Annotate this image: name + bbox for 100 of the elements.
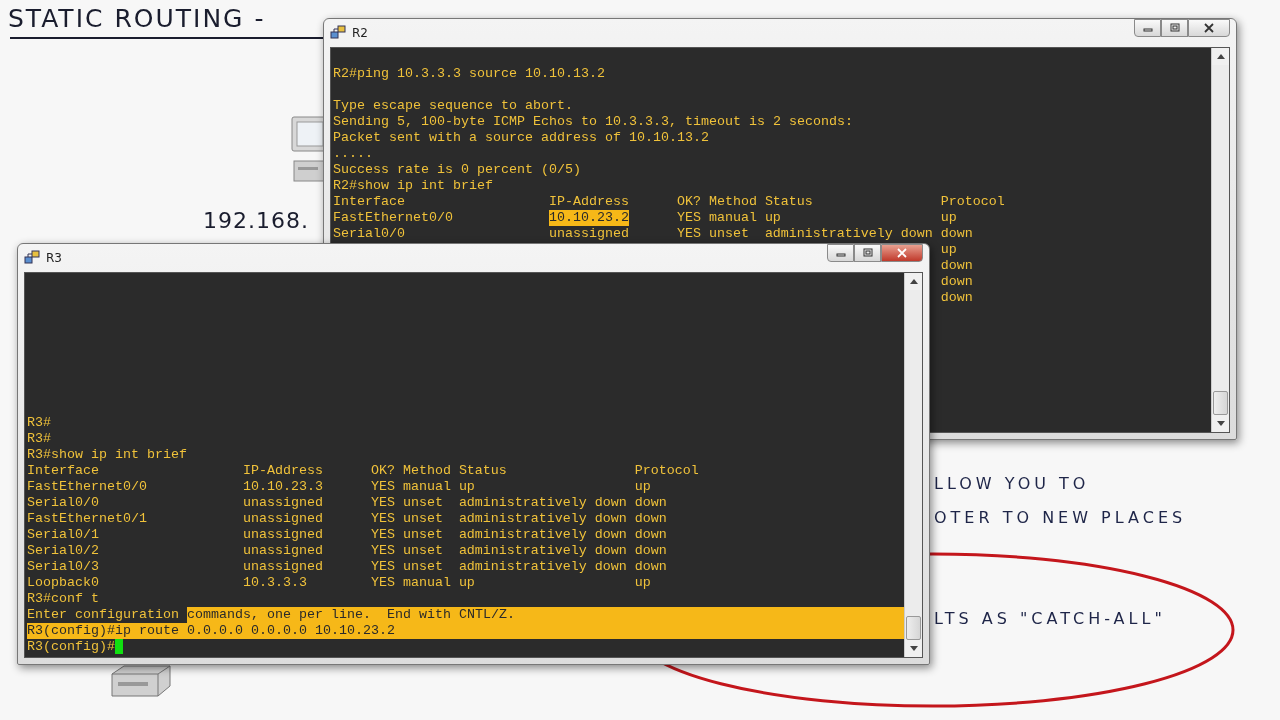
table-cell: down (634, 495, 667, 511)
selected-text: R3(config)#ip route 0.0.0.0 0.0.0.0 10.10.23.2 (27, 623, 904, 639)
scroll-up-button[interactable] (1212, 48, 1229, 65)
table-cell: Serial0/3 (27, 559, 99, 575)
column-header: OK? (676, 194, 701, 210)
caret-down-icon (909, 646, 918, 651)
maximize-button[interactable] (854, 244, 881, 262)
window-title: R2 (352, 26, 368, 40)
caret-up-icon (1216, 54, 1225, 59)
table-cell: unset (402, 559, 443, 575)
terminal-text: Success rate is 0 percent (0/5) (333, 162, 581, 178)
table-cell: up (634, 479, 651, 495)
scroll-thumb[interactable] (906, 616, 921, 640)
table-cell: Serial0/2 (27, 543, 99, 559)
table-cell: down (634, 543, 667, 559)
column-header: Interface (27, 463, 99, 479)
table-cell: FastEthernet0/0 (27, 479, 147, 495)
maximize-button[interactable] (1161, 19, 1188, 37)
table-cell: up (940, 210, 957, 226)
minimize-button[interactable] (827, 244, 854, 262)
table-cell: unassigned (242, 543, 323, 559)
handwritten-note: LLOW YOU TO (934, 474, 1090, 493)
scroll-up-button[interactable] (905, 273, 922, 290)
terminal-text: R3(config)# (27, 639, 115, 655)
close-icon (1204, 23, 1214, 33)
network-icon (24, 250, 40, 266)
table-cell: unset (708, 226, 749, 242)
scroll-down-button[interactable] (1212, 415, 1229, 432)
table-cell: unassigned (242, 559, 323, 575)
table-cell: FastEthernet0/0 (333, 210, 453, 226)
table-cell: down (634, 559, 667, 575)
table-cell: Serial0/0 (333, 226, 405, 242)
selected-text: 10.10.23.2 (548, 210, 629, 226)
maximize-icon (862, 248, 873, 258)
scrollbar[interactable] (904, 273, 922, 657)
handwritten-address: 192.168. (203, 208, 309, 233)
terminal-text: R2#ping 10.3.3.3 source 10.10.13.2 (333, 66, 605, 82)
table-cell: unset (402, 511, 443, 527)
table-cell: YES (370, 527, 395, 543)
handwritten-note: OTER TO NEW PLACES (934, 508, 1187, 527)
close-button[interactable] (1188, 19, 1230, 37)
selected-text: commands, one per line. End with CNTL/Z. (186, 607, 904, 623)
terminal-text: Type escape sequence to abort. (333, 98, 573, 114)
table-cell: YES (676, 226, 701, 242)
scroll-thumb[interactable] (1213, 391, 1228, 415)
table-cell: YES (370, 495, 395, 511)
table-cell: down (940, 258, 973, 274)
column-header: Method (708, 194, 757, 210)
window-title: R3 (46, 251, 62, 265)
column-header: Interface (333, 194, 405, 210)
network-icon (330, 25, 346, 41)
table-cell: manual (708, 210, 757, 226)
close-button[interactable] (881, 244, 923, 262)
table-cell: down (940, 226, 973, 242)
column-header: IP-Address (548, 194, 629, 210)
table-cell: unassigned (242, 527, 323, 543)
minimize-button[interactable] (1134, 19, 1161, 37)
terminal-text: ..... (333, 146, 373, 162)
column-header: Protocol (634, 463, 699, 479)
terminal-text: Sending 5, 100-byte ICMP Echos to 10.3.3.3, timeout is 2 seconds: (333, 114, 853, 130)
terminal-text: R3#show ip int brief (27, 447, 187, 463)
scroll-down-button[interactable] (905, 640, 922, 657)
table-cell: unassigned (548, 226, 629, 242)
column-header: OK? (370, 463, 395, 479)
table-cell: up (764, 210, 781, 226)
table-cell: Serial0/0 (27, 495, 99, 511)
table-cell: up (940, 242, 957, 258)
caret-up-icon (909, 279, 918, 284)
table-cell: YES (676, 210, 701, 226)
table-cell: FastEthernet0/1 (27, 511, 147, 527)
terminal-text: Packet sent with a source address of 10.10.13.2 (333, 130, 709, 146)
table-cell: administratively down (764, 226, 933, 242)
terminal-text: R3# (27, 431, 51, 447)
table-cell: down (634, 511, 667, 527)
table-cell: down (634, 527, 667, 543)
table-cell: administratively down (458, 511, 627, 527)
table-cell: YES (370, 511, 395, 527)
scrollbar[interactable] (1211, 48, 1229, 432)
table-cell: up (634, 575, 651, 591)
table-cell: administratively down (458, 527, 627, 543)
table-cell: administratively down (458, 543, 627, 559)
caret-down-icon (1216, 421, 1225, 426)
close-icon (897, 248, 907, 258)
column-header: Status (764, 194, 813, 210)
maximize-icon (1169, 23, 1180, 33)
table-cell: up (458, 479, 475, 495)
table-cell: unset (402, 527, 443, 543)
terminal-text: R3# (27, 415, 51, 431)
column-header: Status (458, 463, 507, 479)
column-header: IP-Address (242, 463, 323, 479)
terminal-text: R3#conf t (27, 591, 99, 607)
table-cell: administratively down (458, 559, 627, 575)
table-cell: unset (402, 543, 443, 559)
table-cell: YES (370, 479, 395, 495)
table-cell: manual (402, 575, 451, 591)
table-cell: unassigned (242, 511, 323, 527)
table-cell: unset (402, 495, 443, 511)
table-cell: 10.3.3.3 (242, 575, 307, 591)
table-cell: Serial0/1 (27, 527, 99, 543)
table-cell: unassigned (242, 495, 323, 511)
